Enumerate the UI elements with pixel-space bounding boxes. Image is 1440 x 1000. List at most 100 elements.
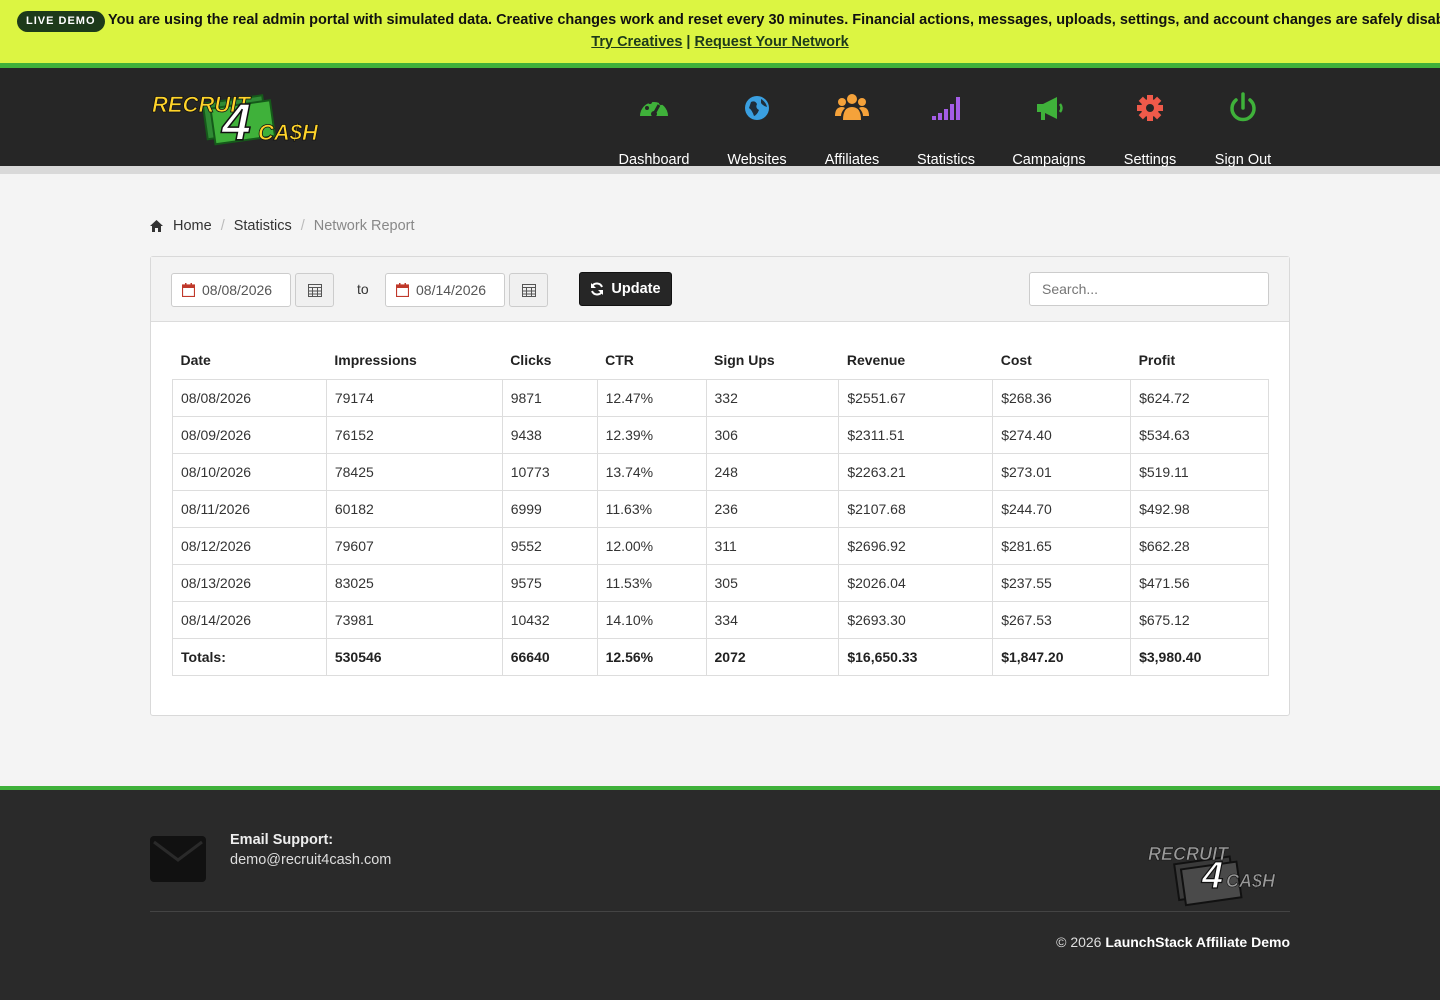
table-cell: $273.01 bbox=[992, 452, 1132, 491]
nav-sign-out[interactable]: Sign Out bbox=[1210, 88, 1276, 168]
table-cell: $237.55 bbox=[992, 563, 1132, 602]
footer-brand-logo: RECRUIT 4 CA$H bbox=[1148, 844, 1276, 907]
column-header[interactable]: Clicks bbox=[502, 341, 597, 379]
table-cell: $2311.51 bbox=[838, 415, 994, 454]
table-cell: 248 bbox=[705, 452, 840, 491]
table-cell: 78425 bbox=[325, 452, 503, 491]
start-date-calendar-button[interactable] bbox=[295, 273, 334, 307]
update-button-label: Update bbox=[611, 281, 661, 297]
totals-cell: $3,980.40 bbox=[1130, 637, 1269, 676]
table-row: 08/11/2026 60182 6999 11.63% 236 $2107.68 $244… bbox=[172, 489, 1269, 528]
signal-bars-icon bbox=[932, 97, 960, 120]
breadcrumb-statistics[interactable]: Statistics bbox=[234, 218, 292, 234]
table-cell: $662.28 bbox=[1130, 526, 1269, 565]
breadcrumb-current: Network Report bbox=[313, 218, 415, 234]
end-date-input[interactable]: 08/14/2026 bbox=[385, 273, 505, 307]
column-header[interactable]: Revenue bbox=[839, 341, 993, 379]
table-header-row: Date Impressions Clicks CTR Sign Ups Rev… bbox=[173, 341, 1269, 379]
table-cell: $471.56 bbox=[1130, 563, 1269, 602]
totals-cell: 530546 bbox=[325, 637, 503, 676]
table-cell: $2107.68 bbox=[838, 489, 994, 528]
megaphone-icon bbox=[1037, 97, 1063, 120]
column-header[interactable]: Date bbox=[173, 341, 327, 379]
breadcrumb: Home / Statistics / Network Report bbox=[150, 218, 415, 234]
column-header[interactable]: CTR bbox=[597, 341, 706, 379]
calendar-icon bbox=[182, 283, 195, 297]
network-report-table: Date Impressions Clicks CTR Sign Ups Rev… bbox=[172, 341, 1269, 676]
table-row: 08/14/2026 73981 10432 14.10% 334 $2693.30 $26… bbox=[172, 600, 1269, 639]
start-date-input[interactable]: 08/08/2026 bbox=[171, 273, 291, 307]
breadcrumb-separator: / bbox=[300, 218, 305, 234]
table-cell: $2696.92 bbox=[838, 526, 994, 565]
table-cell: 14.10% bbox=[596, 600, 707, 639]
demo-banner: LIVE DEMO You are using the real admin p… bbox=[0, 0, 1440, 63]
end-date-value: 08/14/2026 bbox=[416, 282, 487, 298]
copyright: © 2026 LaunchStack Affiliate Demo bbox=[1056, 934, 1290, 950]
end-date-calendar-button[interactable] bbox=[509, 273, 548, 307]
nav-label-sign-out: Sign Out bbox=[1214, 152, 1272, 168]
totals-cell: $1,847.20 bbox=[992, 637, 1132, 676]
footer-logo-text-bottom: CA$H bbox=[1226, 871, 1276, 891]
table-cell: 9575 bbox=[501, 563, 598, 602]
table-cell: $2551.67 bbox=[838, 378, 994, 417]
footer-logo-text-number: 4 bbox=[1201, 855, 1223, 897]
calendar-grid-icon bbox=[521, 284, 536, 297]
nav-affiliates[interactable]: Affiliates bbox=[820, 88, 884, 168]
totals-cell: 66640 bbox=[501, 637, 598, 676]
try-creatives-link[interactable]: Try Creatives bbox=[591, 34, 682, 50]
table-row: 08/09/2026 76152 9438 12.39% 306 $2311.51 $274… bbox=[172, 415, 1269, 454]
table-cell: 79607 bbox=[325, 526, 503, 565]
table-row: 08/08/2026 79174 9871 12.47% 332 $2551.67 $268… bbox=[172, 378, 1269, 417]
nav-websites[interactable]: Websites bbox=[722, 88, 792, 168]
table-cell: 08/08/2026 bbox=[172, 378, 327, 417]
table-row: 08/12/2026 79607 9552 12.00% 311 $2696.92 $281… bbox=[172, 526, 1269, 565]
breadcrumb-home[interactable]: Home bbox=[173, 218, 212, 234]
start-date-value: 08/08/2026 bbox=[202, 282, 273, 298]
users-icon bbox=[835, 94, 869, 120]
column-header[interactable]: Cost bbox=[993, 341, 1131, 379]
request-network-link[interactable]: Request Your Network bbox=[695, 34, 849, 50]
nav-label-affiliates: Affiliates bbox=[824, 152, 880, 168]
table-cell: 08/12/2026 bbox=[172, 526, 327, 565]
table-cell: 236 bbox=[705, 489, 840, 528]
update-button[interactable]: Update bbox=[579, 272, 672, 306]
power-icon bbox=[1230, 92, 1256, 122]
demo-links: Try Creatives | Request Your Network bbox=[0, 34, 1440, 50]
table-cell: 79174 bbox=[325, 378, 503, 417]
copyright-brand: LaunchStack Affiliate Demo bbox=[1105, 934, 1290, 950]
nav-label-statistics: Statistics bbox=[916, 152, 975, 168]
table-cell: 9871 bbox=[501, 378, 598, 417]
table-cell: 08/09/2026 bbox=[172, 415, 327, 454]
table-cell: 305 bbox=[705, 563, 840, 602]
table-cell: 9438 bbox=[501, 415, 598, 454]
nav-dashboard[interactable]: Dashboard bbox=[614, 88, 694, 168]
table-cell: 08/14/2026 bbox=[172, 600, 327, 639]
table-cell: $268.36 bbox=[992, 378, 1132, 417]
table-cell: $675.12 bbox=[1130, 600, 1269, 639]
calendar-icon bbox=[396, 283, 409, 297]
date-range-to-label: to bbox=[357, 281, 369, 297]
column-header[interactable]: Sign Ups bbox=[706, 341, 839, 379]
table-cell: $281.65 bbox=[992, 526, 1132, 565]
table-cell: $267.53 bbox=[992, 600, 1132, 639]
nav-settings[interactable]: Settings bbox=[1120, 88, 1180, 168]
table-cell: 76152 bbox=[325, 415, 503, 454]
brand-logo[interactable]: RECRUIT 4 CA$H bbox=[150, 78, 325, 148]
nav-label-settings: Settings bbox=[1123, 152, 1177, 168]
column-header[interactable]: Profit bbox=[1131, 341, 1269, 379]
email-support-title: Email Support: bbox=[230, 832, 334, 848]
dashboard-gauge-icon bbox=[640, 98, 668, 117]
nav-label-dashboard: Dashboard bbox=[618, 152, 690, 168]
nav-campaigns[interactable]: Campaigns bbox=[1008, 88, 1090, 168]
demo-link-separator: | bbox=[686, 34, 691, 50]
home-icon bbox=[150, 220, 163, 232]
table-cell: 08/11/2026 bbox=[172, 489, 327, 528]
column-header[interactable]: Impressions bbox=[326, 341, 502, 379]
search-input[interactable] bbox=[1029, 272, 1269, 306]
table-cell: 10773 bbox=[501, 452, 598, 491]
copyright-prefix: © 2026 bbox=[1056, 934, 1102, 950]
nav-statistics[interactable]: Statistics bbox=[912, 88, 980, 168]
table-cell: 9552 bbox=[501, 526, 598, 565]
support-email-link[interactable]: demo@recruit4cash.com bbox=[230, 852, 391, 868]
table-cell: 6999 bbox=[501, 489, 598, 528]
